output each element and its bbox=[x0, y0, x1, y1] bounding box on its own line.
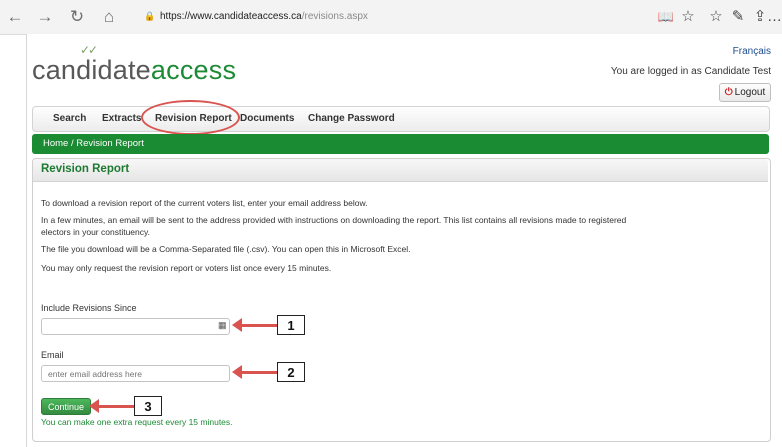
logout-label: Logout bbox=[734, 87, 766, 98]
email-field[interactable] bbox=[41, 365, 230, 382]
arrow-3 bbox=[98, 405, 135, 408]
refresh-icon[interactable]: ↻ bbox=[66, 6, 88, 28]
logout-button[interactable]: ⏻ Logout bbox=[719, 83, 771, 102]
menu-item-search[interactable]: Search bbox=[53, 111, 86, 127]
url-path: /revisions.aspx bbox=[301, 11, 368, 22]
rate-limit-paragraph: You may only request the revision report… bbox=[41, 263, 332, 273]
back-icon[interactable]: ← bbox=[4, 6, 26, 28]
panel-header: Revision Report bbox=[33, 159, 768, 182]
arrow-2-head bbox=[232, 365, 242, 379]
reading-view-icon[interactable]: 📖 bbox=[655, 6, 677, 28]
callout-1: 1 bbox=[277, 315, 305, 335]
csv-paragraph: The file you download will be a Comma-Se… bbox=[41, 244, 411, 254]
logged-in-text: You are logged in as Candidate Test bbox=[610, 66, 771, 77]
address-bar[interactable]: 🔒 https://www.candidateaccess.ca/revision… bbox=[138, 5, 668, 27]
intro-paragraph: To download a revision report of the cur… bbox=[41, 198, 368, 208]
panel-title: Revision Report bbox=[41, 163, 130, 175]
callout-3: 3 bbox=[134, 396, 162, 416]
logo-text-candidate: candidate bbox=[32, 55, 151, 85]
forward-icon[interactable]: → bbox=[34, 6, 56, 28]
calendar-icon[interactable]: ▦ bbox=[218, 320, 227, 331]
since-date-input[interactable] bbox=[41, 318, 230, 335]
email-label: Email bbox=[41, 350, 64, 360]
arrow-1-head bbox=[232, 318, 242, 332]
breadcrumb: Home / Revision Report bbox=[32, 134, 769, 154]
favorites-bar-icon[interactable]: ☆ bbox=[705, 6, 727, 28]
arrow-3-head bbox=[89, 399, 99, 413]
home-icon[interactable]: ⌂ bbox=[98, 6, 120, 28]
since-label: Include Revisions Since bbox=[41, 303, 137, 313]
url-host: https://www.candidateaccess.ca bbox=[160, 11, 302, 22]
request-note: You can make one extra request every 15 … bbox=[41, 417, 233, 427]
continue-button[interactable]: Continue bbox=[41, 398, 91, 415]
lock-icon: 🔒 bbox=[144, 11, 156, 21]
arrow-2 bbox=[240, 371, 278, 374]
favorite-icon[interactable]: ☆ bbox=[677, 6, 699, 28]
menu-item-change-password[interactable]: Change Password bbox=[308, 111, 395, 127]
browser-toolbar: ← → ↻ ⌂ 🔒 https://www.candidateaccess.ca/… bbox=[0, 0, 782, 35]
power-icon: ⏻ bbox=[724, 87, 733, 98]
pen-icon[interactable]: ✎ bbox=[727, 6, 749, 28]
language-link[interactable]: Français bbox=[733, 46, 771, 57]
email-paragraph: In a few minutes, an email will be sent … bbox=[41, 215, 627, 237]
arrow-1 bbox=[240, 324, 278, 327]
logo[interactable]: candidateaccess bbox=[32, 55, 236, 86]
menu-item-documents[interactable]: Documents bbox=[240, 111, 294, 127]
callout-2: 2 bbox=[277, 362, 305, 382]
logo-text-access: access bbox=[150, 55, 237, 85]
more-icon[interactable]: … bbox=[767, 6, 782, 28]
menu-item-extracts[interactable]: Extracts bbox=[102, 111, 141, 127]
highlight-ellipse bbox=[141, 100, 240, 135]
